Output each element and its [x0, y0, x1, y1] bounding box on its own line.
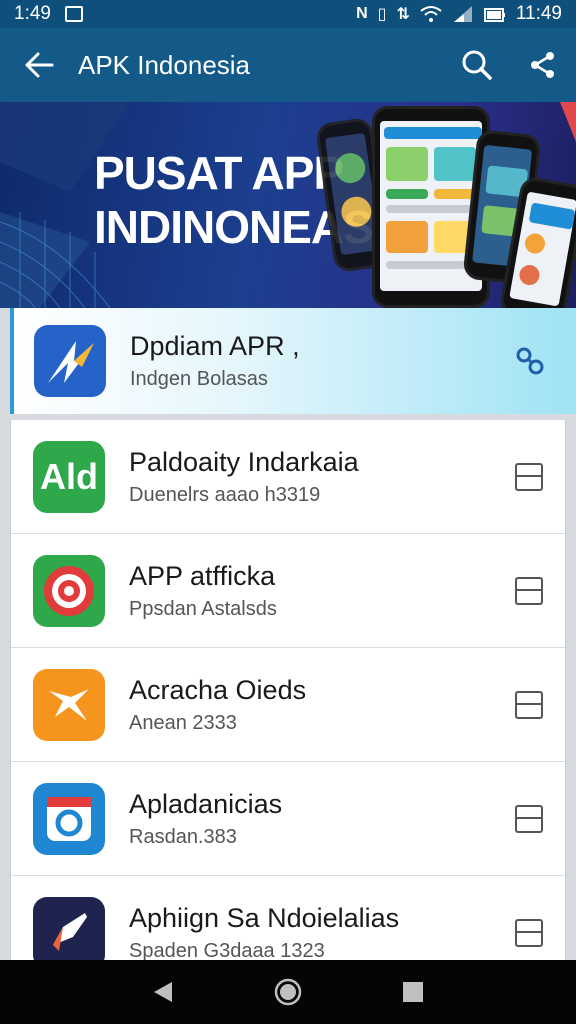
item-menu-button[interactable]	[515, 576, 543, 605]
ald-icon: Ald	[33, 440, 105, 513]
item-menu-button[interactable]	[515, 918, 543, 947]
rocket-icon	[33, 896, 105, 969]
camera-icon	[33, 782, 105, 855]
back-arrow-icon	[25, 52, 54, 78]
status-time-left: 1:49	[14, 3, 51, 24]
vibrate-icon: ▯	[377, 6, 387, 23]
app-subtitle: Rasdan.383	[129, 825, 237, 848]
navigation-bar	[0, 960, 576, 1024]
item-menu-button[interactable]	[515, 690, 543, 719]
status-time-right: 11:49	[515, 3, 562, 24]
triangle-back-icon	[153, 982, 172, 1002]
featured-app-title: Dpdiam APR ,	[130, 331, 300, 361]
target-icon	[33, 554, 105, 627]
featured-app-icon	[34, 325, 106, 397]
home-circle-icon	[274, 978, 302, 1006]
promo-banner[interactable]: PUSAT APP INDINONEASIA	[0, 102, 576, 308]
list-item[interactable]: Apladanicias Rasdan.383	[11, 762, 565, 876]
featured-link-button[interactable]	[514, 345, 546, 377]
data-icon: ⇅	[396, 6, 410, 23]
app-title: Apladanicias	[129, 788, 283, 819]
nfc-icon: N	[356, 5, 368, 22]
app-title: Aphiign Sa Ndoielalias	[129, 902, 400, 933]
app-subtitle: Duenelrs aaao h3319	[129, 483, 321, 506]
app-title: Acracha Oieds	[129, 674, 307, 705]
nav-recents-button[interactable]	[393, 972, 433, 1012]
share-button[interactable]	[510, 28, 576, 102]
app-title: Paldoaity Indarkaia	[129, 446, 359, 477]
page-title: APK Indonesia	[78, 49, 251, 80]
list-item[interactable]: APP atfficka Ppsdan Astalsds	[11, 534, 565, 648]
app-list: Ald Paldoaity Indarkaia Duenelrs aaao h3…	[10, 420, 566, 990]
search-button[interactable]	[444, 28, 510, 102]
list-item[interactable]: Ald Paldoaity Indarkaia Duenelrs aaao h3…	[11, 420, 565, 534]
app-bar: APK Indonesia	[0, 28, 576, 102]
featured-app-row[interactable]: Dpdiam APR , Indgen Bolasas	[10, 308, 576, 414]
status-bar: 1:49 N ▯ ⇅ 11:49	[0, 0, 576, 28]
signal-icon	[453, 6, 472, 22]
arrow-logo-icon	[48, 341, 94, 383]
gallery-notification-icon	[64, 6, 83, 22]
item-menu-button[interactable]	[515, 462, 543, 491]
featured-app-subtitle: Indgen Bolasas	[130, 368, 268, 390]
wrench-icon	[33, 668, 105, 741]
app-subtitle: Anean 2333	[129, 711, 237, 734]
list-item[interactable]: Acracha Oieds Anean 2333	[11, 648, 565, 762]
item-menu-button[interactable]	[515, 804, 543, 833]
back-button[interactable]	[0, 28, 78, 102]
nav-back-button[interactable]	[143, 972, 183, 1012]
square-recents-icon	[403, 982, 424, 1002]
app-title: APP atfficka	[129, 560, 276, 591]
app-subtitle: Ppsdan Astalsds	[129, 597, 277, 620]
wifi-icon	[420, 6, 442, 22]
nav-home-button[interactable]	[268, 972, 308, 1012]
link-icon	[516, 347, 544, 375]
icon-label: Ald	[40, 455, 98, 497]
battery-icon	[483, 8, 505, 22]
search-icon	[462, 50, 492, 80]
share-icon	[531, 52, 554, 78]
